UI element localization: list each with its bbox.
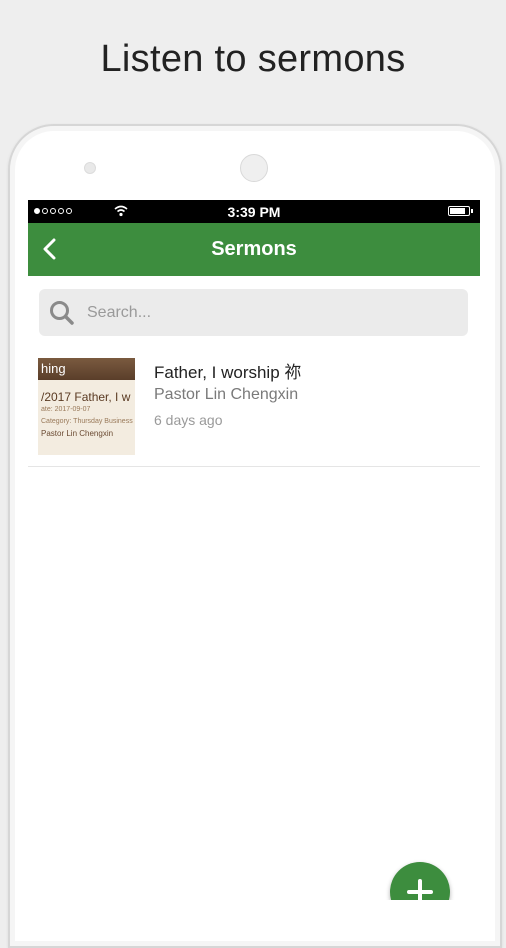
sermon-time: 6 days ago bbox=[154, 412, 223, 428]
app-bar: Sermons bbox=[28, 223, 480, 276]
thumbnail-author-text: Pastor Lin Chengxin bbox=[41, 429, 114, 438]
status-bar: 3:39 PM bbox=[28, 200, 480, 223]
promo-headline: Listen to sermons bbox=[100, 38, 406, 80]
battery-icon bbox=[448, 206, 473, 216]
sermon-title: Father, I worship 祢 bbox=[154, 363, 302, 382]
status-time: 3:39 PM bbox=[227, 204, 281, 220]
search-icon bbox=[49, 300, 75, 331]
thumbnail-title-text: /2017 Father, I w bbox=[41, 390, 131, 404]
sermon-author: Pastor Lin Chengxin bbox=[154, 386, 299, 403]
thumbnail-category-text: Category: Thursday Business bbox=[41, 418, 133, 425]
thumbnail-date-text: ate: 2017-09-07 bbox=[41, 406, 91, 413]
sermon-thumbnail: hing /2017 Father, I w ate: 2017-09-07 C… bbox=[38, 358, 135, 455]
search-input[interactable] bbox=[85, 298, 459, 328]
page-title: Sermons bbox=[211, 238, 297, 260]
app-screen: 3:39 PM Sermons hing /2017 Father, I w a… bbox=[28, 200, 480, 900]
search-bar[interactable] bbox=[39, 289, 468, 336]
plus-icon bbox=[407, 879, 433, 900]
thumbnail-band-text: hing bbox=[38, 358, 135, 380]
sermon-list-item[interactable]: hing /2017 Father, I w ate: 2017-09-07 C… bbox=[28, 346, 480, 467]
phone-sensor bbox=[84, 162, 96, 174]
phone-earpiece bbox=[240, 154, 268, 182]
add-button[interactable] bbox=[390, 862, 450, 900]
